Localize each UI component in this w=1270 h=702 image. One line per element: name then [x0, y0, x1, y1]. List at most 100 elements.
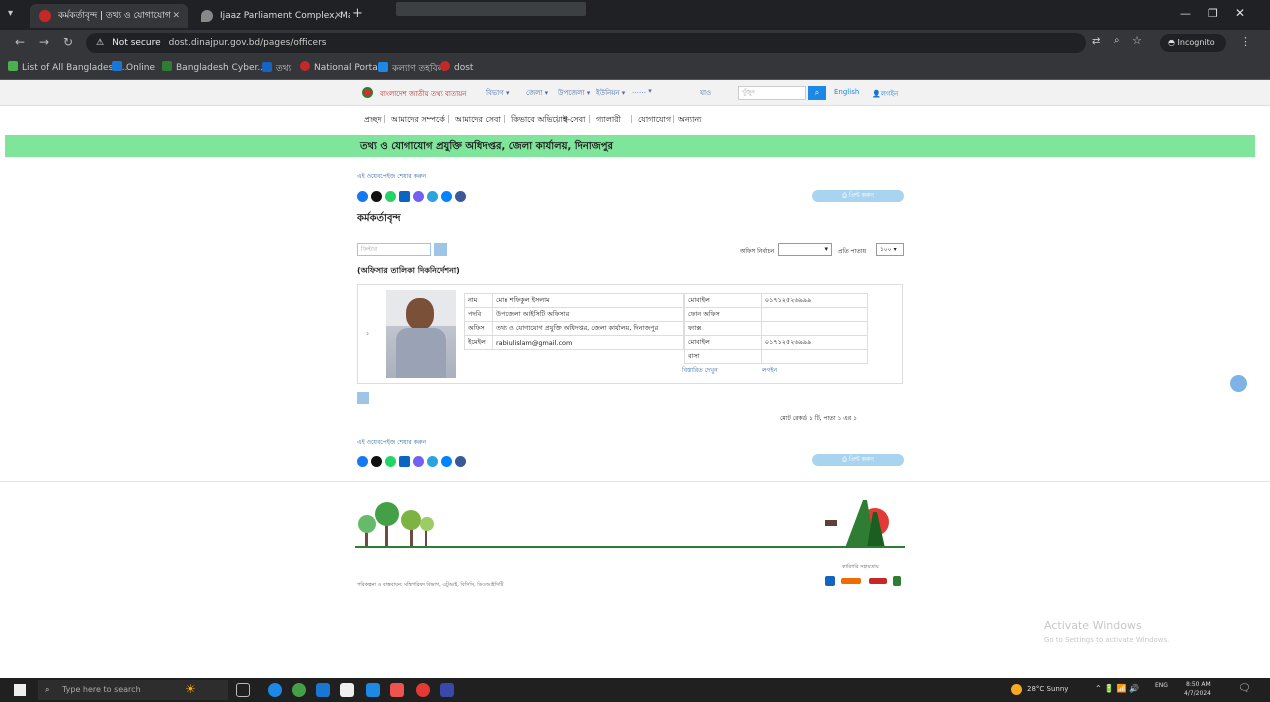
- chrome-icon[interactable]: [292, 683, 306, 697]
- whatsapp-icon[interactable]: [385, 456, 396, 467]
- x-twitter-icon[interactable]: [371, 191, 382, 202]
- page-number-button[interactable]: [357, 392, 369, 404]
- table-row: ফ্যাক্স: [684, 321, 869, 336]
- close-window-icon[interactable]: ✕: [1235, 6, 1245, 20]
- per-page-select[interactable]: ১০০ ▾: [876, 243, 904, 256]
- go-link[interactable]: যাও: [700, 87, 711, 99]
- facebook-icon[interactable]: [357, 191, 368, 202]
- minimize-icon[interactable]: —: [1180, 7, 1191, 20]
- maximize-icon[interactable]: ❐: [1208, 7, 1218, 20]
- office-banner: তথ্য ও যোগাযোগ প্রযুক্তি অধিদপ্তর, জেলা …: [5, 135, 1255, 157]
- clock-date[interactable]: 4/7/2024: [1184, 690, 1211, 697]
- task-view-icon[interactable]: [236, 683, 250, 697]
- zoom-icon[interactable]: ⌕: [1114, 35, 1120, 46]
- photos-app-icon[interactable]: [390, 683, 404, 697]
- share-icon[interactable]: [455, 456, 466, 467]
- bookmark-star-icon[interactable]: ☆: [1132, 34, 1142, 47]
- office-select[interactable]: ▾: [778, 243, 832, 256]
- address-bar[interactable]: ⚠ Not secure dost.dinajpur.gov.bd/pages/of…: [86, 33, 1086, 53]
- browser-menu-icon[interactable]: ⋮: [1240, 35, 1251, 48]
- whatsapp-icon[interactable]: [385, 191, 396, 202]
- weather-text[interactable]: 28°C Sunny: [1027, 685, 1068, 693]
- windows-taskbar: ⌕ Type here to search ☀ 28°C Sunny ⌃ 🔋 📶…: [0, 678, 1270, 702]
- table-row: অফিস তথ্য ও যোগাযোগ প্রযুক্তি অধিদপ্তর, জ…: [464, 321, 684, 336]
- forward-icon[interactable]: →: [36, 35, 52, 49]
- linkedin-icon[interactable]: [399, 456, 410, 467]
- messenger-icon[interactable]: [441, 191, 452, 202]
- back-icon[interactable]: ←: [12, 35, 28, 49]
- tab-officers[interactable]: কর্মকর্তাবৃন্দ | তথ্য ও যোগাযোগ ✕: [30, 4, 188, 28]
- expand-row-icon[interactable]: ›: [366, 329, 369, 338]
- nav-services[interactable]: আমাদের সেবা: [455, 114, 501, 127]
- messenger-icon[interactable]: [441, 456, 452, 467]
- footer-green-line: [357, 546, 904, 548]
- print-button[interactable]: ⎙ প্রিন্ট করুন: [812, 190, 904, 202]
- app-blue-icon[interactable]: [366, 683, 380, 697]
- windows-start-icon[interactable]: [14, 684, 26, 696]
- tab-list-button[interactable]: ▾: [8, 8, 13, 19]
- bookmark-item[interactable]: List of All Bangladesh...: [8, 61, 128, 73]
- select-division[interactable]: বিভাগ ▾: [486, 87, 509, 99]
- select-union[interactable]: ইউনিয়ন ▾: [596, 87, 625, 99]
- chat-float-button[interactable]: [1230, 375, 1247, 392]
- nav-eservice[interactable]: ই-সেবা: [563, 114, 585, 127]
- input-lang[interactable]: ENG: [1155, 682, 1168, 689]
- new-tab-button[interactable]: +: [352, 6, 363, 21]
- nav-about[interactable]: আমাদের সম্পর্কে: [391, 114, 445, 127]
- x-twitter-icon[interactable]: [371, 456, 382, 467]
- telegram-icon[interactable]: [427, 456, 438, 467]
- main-navigation: প্রচ্ছদ | আমাদের সম্পর্কে | আমাদের সেবা …: [0, 106, 1270, 132]
- translate-icon[interactable]: ⇄: [1092, 36, 1100, 47]
- explorer-icon[interactable]: [340, 683, 354, 697]
- filter-input[interactable]: ফিল্টার: [357, 243, 431, 256]
- select-upazila[interactable]: উপজেলা ▾: [558, 87, 590, 99]
- taskbar-search-box[interactable]: ⌕ Type here to search: [38, 680, 228, 700]
- site-search-button[interactable]: ⌕: [808, 86, 826, 100]
- print-button-bottom[interactable]: ⎙ প্রিন্ট করুন: [812, 454, 904, 466]
- tray-icons[interactable]: ⌃ 🔋 📶 🔊: [1095, 684, 1139, 693]
- reload-icon[interactable]: ↻: [60, 35, 76, 49]
- viber-icon[interactable]: [413, 191, 424, 202]
- close-tab-icon[interactable]: ✕: [334, 4, 342, 28]
- select-district[interactable]: জেলা ▾: [526, 87, 548, 99]
- app-notes-icon[interactable]: [440, 683, 454, 697]
- share-icon[interactable]: [455, 191, 466, 202]
- clock-time[interactable]: 8:50 AM: [1186, 681, 1211, 688]
- facebook-icon[interactable]: [357, 456, 368, 467]
- widgets-icon[interactable]: ☀: [185, 682, 196, 696]
- officer-card: › নাম মোঃ শফিকুল ইসলাম পদবি উপজেলা আইসিটি …: [357, 284, 903, 384]
- close-tab-icon[interactable]: ✕: [172, 4, 180, 28]
- bookmark-item[interactable]: কল্যাণ তহবিল: [378, 61, 444, 76]
- viber-icon[interactable]: [413, 456, 424, 467]
- details-link[interactable]: বিস্তারিত দেখুন: [682, 365, 718, 376]
- table-row: মোবাইল ০১৭১২৫২৬৯৯৯: [684, 293, 869, 308]
- nav-contact[interactable]: যোগাযোগ: [638, 114, 671, 127]
- login-link[interactable]: 👤লগইন: [872, 88, 898, 100]
- select-misc[interactable]: …… ▾: [632, 87, 652, 99]
- officer-login-link[interactable]: লগইন: [762, 365, 777, 376]
- bookmark-item[interactable]: dost: [440, 61, 473, 73]
- bookmark-item[interactable]: Online: [112, 61, 155, 73]
- linkedin-icon[interactable]: [399, 191, 410, 202]
- location-pin-icon: [201, 10, 213, 22]
- weather-icon[interactable]: [1011, 684, 1022, 695]
- filter-button[interactable]: [434, 243, 447, 256]
- tab-maps[interactable]: Ijaaz Parliament Complex, Man ✕: [192, 4, 350, 28]
- app-red-icon[interactable]: [416, 683, 430, 697]
- bookmark-item[interactable]: তথ্য: [262, 61, 291, 76]
- notification-icon[interactable]: 🗨: [1238, 683, 1251, 694]
- bookmark-item[interactable]: National Portal: [300, 61, 380, 73]
- inactive-window-preview: [396, 2, 586, 16]
- nav-gallery[interactable]: গ্যালারী: [596, 114, 621, 127]
- nav-complaint[interactable]: কিভাবে অভিযোগ: [511, 114, 568, 127]
- nav-others[interactable]: অন্যান্য: [678, 114, 701, 127]
- nav-home[interactable]: প্রচ্ছদ: [364, 114, 382, 127]
- store-icon[interactable]: [316, 683, 330, 697]
- telegram-icon[interactable]: [427, 191, 438, 202]
- portal-name[interactable]: বাংলাদেশ জাতীয় তথ্য বাতায়ন: [380, 88, 467, 100]
- lang-english-link[interactable]: English: [834, 88, 859, 96]
- site-search-input[interactable]: খুঁজুন: [738, 86, 806, 100]
- incognito-badge[interactable]: ◓ Incognito: [1160, 34, 1226, 52]
- edge-icon[interactable]: [268, 683, 282, 697]
- bookmark-item[interactable]: Bangladesh Cyber...: [162, 61, 266, 73]
